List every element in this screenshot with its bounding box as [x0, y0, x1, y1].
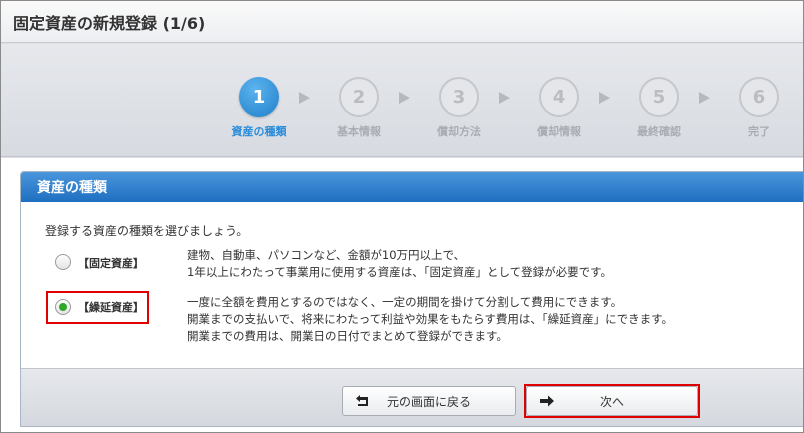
- step-2: 2 基本情報: [324, 77, 394, 147]
- step-6: 6 完了: [724, 77, 794, 147]
- page-title: 固定資産の新規登録 (1/6): [13, 13, 206, 33]
- panel-title: 資産の種類: [21, 172, 803, 202]
- deferred-asset-desc-line: 開業までの費用は、開業日の日付でまとめて登録ができます。: [187, 329, 508, 343]
- step-arrow-icon: [699, 92, 710, 104]
- step-4-number: 4: [539, 77, 579, 117]
- step-arrow-icon: [299, 92, 310, 104]
- title-bar: 固定資産の新規登録 (1/6): [1, 1, 803, 43]
- deferred-asset-desc-line: 開業までの支払いで、将来にわたって利益や効果をもたらす費用は、「繰延資産」にでき…: [187, 312, 673, 326]
- step-3: 3 償却方法: [424, 77, 494, 147]
- step-6-number: 6: [739, 77, 779, 117]
- app-window: 固定資産の新規登録 (1/6) 1 資産の種類 2 基本情報 3 償却方法 4 …: [0, 0, 804, 433]
- radio-selected-dot: [59, 303, 67, 311]
- step-1-number: 1: [239, 77, 279, 117]
- step-arrow-icon: [399, 92, 410, 104]
- step-5: 5 最終確認: [624, 77, 694, 147]
- fixed-asset-description: 建物、自動車、パソコンなど、金額が10万円以上で、 1年以上にわたって事業用に使…: [187, 247, 612, 281]
- back-button[interactable]: 元の画面に戻る: [342, 386, 516, 416]
- step-1-label: 資産の種類: [231, 125, 287, 138]
- step-2-number: 2: [339, 77, 379, 117]
- fixed-asset-label[interactable]: 【固定資産】: [78, 255, 144, 271]
- return-arrow-icon: [356, 395, 368, 406]
- step-1: 1 資産の種類: [224, 77, 294, 147]
- fixed-asset-desc-line: 建物、自動車、パソコンなど、金額が10万円以上で、: [187, 248, 466, 262]
- asset-type-panel: 資産の種類 登録する資産の種類を選びましょう。 【固定資産】 建物、自動車、パソ…: [20, 171, 803, 427]
- fixed-asset-desc-line: 1年以上にわたって事業用に使用する資産は、「固定資産」として登録が必要です。: [187, 265, 612, 279]
- step-6-label: 完了: [748, 125, 770, 138]
- step-5-label: 最終確認: [637, 125, 681, 138]
- step-3-label: 償却方法: [437, 125, 481, 138]
- step-4: 4 償却情報: [524, 77, 594, 147]
- button-bar: 元の画面に戻る 次へ: [21, 368, 803, 426]
- intro-text: 登録する資産の種類を選びましょう。: [45, 224, 249, 238]
- step-2-label: 基本情報: [337, 125, 381, 138]
- step-indicator: 1 資産の種類 2 基本情報 3 償却方法 4 償却情報 5 最終確認 6 完了: [1, 44, 803, 157]
- step-3-number: 3: [439, 77, 479, 117]
- highlight-box: [524, 384, 700, 418]
- fixed-asset-radio[interactable]: [55, 254, 71, 270]
- deferred-asset-description: 一度に全額を費用とするのではなく、一定の期間を掛けて分割して費用にできます。 開…: [187, 294, 673, 345]
- step-arrow-icon: [499, 92, 510, 104]
- deferred-asset-label[interactable]: 【繰延資産】: [78, 299, 144, 315]
- deferred-asset-desc-line: 一度に全額を費用とするのではなく、一定の期間を掛けて分割して費用にできます。: [187, 295, 623, 309]
- step-arrow-icon: [599, 92, 610, 104]
- step-5-number: 5: [639, 77, 679, 117]
- step-4-label: 償却情報: [537, 125, 581, 138]
- deferred-asset-radio[interactable]: [55, 299, 71, 315]
